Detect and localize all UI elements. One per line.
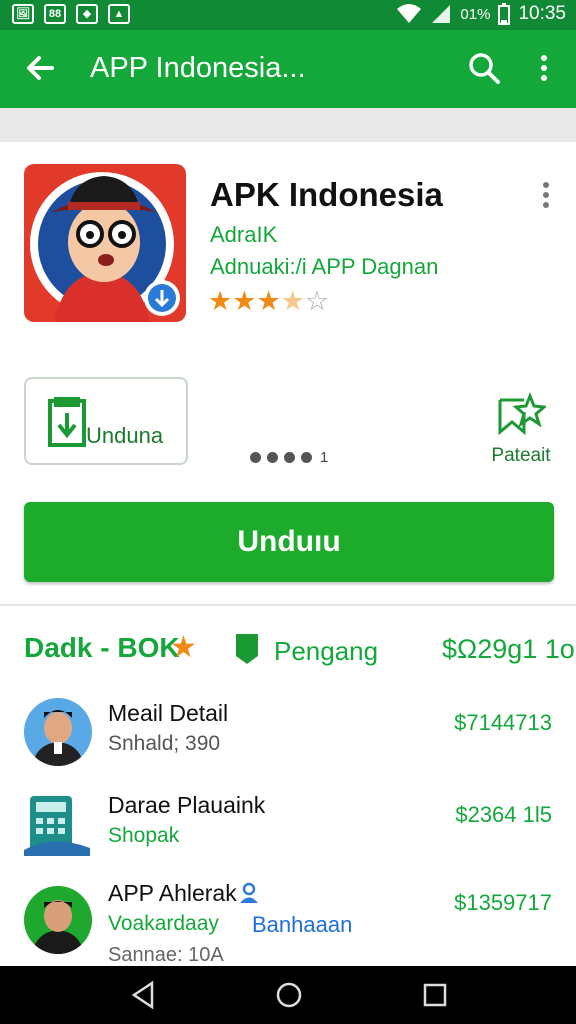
wishlist-button[interactable]: Pateait xyxy=(488,391,554,472)
list-item[interactable]: Darae Plauaink Shopak $2364 1l5 xyxy=(0,790,576,880)
download-small-button[interactable]: Unduna xyxy=(24,377,188,465)
status-bar: 🖼 88 ◆ ▲ 01% 10:35 xyxy=(0,0,576,30)
list-item-tag: Banhaaan xyxy=(252,912,353,937)
install-button[interactable]: Unduıu xyxy=(24,502,554,582)
section-divider xyxy=(0,604,576,606)
list-item-title: Darae Plauaink xyxy=(108,792,266,818)
list-item[interactable]: APP Ahlerak Voakardaay Banhaaan $1359717… xyxy=(0,878,576,966)
sim-icon: 88 xyxy=(44,4,66,24)
status-right: 01% 10:35 xyxy=(396,3,566,25)
more-vert-icon[interactable] xyxy=(538,180,554,210)
star-icon: ★ xyxy=(208,286,233,316)
battery-percent: 01% xyxy=(460,5,491,23)
search-icon[interactable] xyxy=(466,50,502,86)
download-small-label: Unduna xyxy=(86,423,164,448)
list-item-subtitle: Shopak xyxy=(108,824,180,847)
list-header-title[interactable]: Dadk - BOK xyxy=(24,632,180,664)
list-header-mid[interactable]: Pengang xyxy=(274,636,378,667)
shield-icon: ◆ xyxy=(76,4,98,24)
app-name: APK Indonesia xyxy=(210,176,443,213)
person-icon xyxy=(240,882,258,903)
wifi-icon xyxy=(397,4,422,23)
pager-count: 1 xyxy=(320,449,329,466)
list-item-subtitle: Voakardaay xyxy=(108,912,219,935)
bag-icon: ▲ xyxy=(108,4,130,24)
screenshot-pager[interactable]: 1 xyxy=(250,449,328,466)
app-bar-title: APP Indonesia... xyxy=(90,52,306,84)
more-vert-icon[interactable] xyxy=(530,50,558,86)
list-item-subtitle: Snhald; 390 xyxy=(108,732,221,755)
clock: 10:35 xyxy=(518,3,566,24)
notification-icons: 🖼 88 ◆ ▲ xyxy=(12,4,130,24)
bookmark-star-icon xyxy=(498,391,548,436)
avatar xyxy=(24,886,92,954)
navigation-bar xyxy=(0,966,576,1024)
list-header: Dadk - BOK ★ Pengang $Ω29ɡ1 1o xyxy=(0,626,576,676)
home-nav-icon[interactable] xyxy=(275,980,303,1010)
list-item-price: $7144713 xyxy=(454,710,552,735)
list-item[interactable]: Meail Detail Snhald; 390 $7144713 xyxy=(0,698,576,788)
app-icon xyxy=(24,164,186,322)
signal-icon xyxy=(432,5,451,23)
back-nav-icon[interactable] xyxy=(130,980,156,1010)
star-half-icon: ★ xyxy=(280,286,305,316)
list-item-price: $2364 1l5 xyxy=(455,802,552,827)
battery-icon xyxy=(498,3,511,25)
header-spacer xyxy=(0,108,576,142)
list-item-title: Meail Detail xyxy=(108,700,229,726)
list-item-extra: Sannae: 10A xyxy=(108,944,224,966)
star-empty-icon: ☆ xyxy=(304,286,330,316)
pager-dot xyxy=(301,452,312,463)
avatar xyxy=(24,698,92,766)
star-icon: ★ xyxy=(232,286,257,316)
app-bar: APP Indonesia... xyxy=(0,30,576,108)
pager-dot xyxy=(267,452,278,463)
bookmark-icon xyxy=(236,634,258,664)
download-icon xyxy=(48,397,86,447)
star-icon: ★ xyxy=(170,631,197,664)
recents-nav-icon[interactable] xyxy=(422,980,448,1010)
list-item-price: $1359717 xyxy=(454,890,552,915)
wishlist-label: Pateait xyxy=(491,445,551,466)
pager-dot xyxy=(284,452,295,463)
developer-name[interactable]: AdraIK xyxy=(210,222,277,248)
star-icon: ★ xyxy=(256,286,281,316)
back-arrow-icon[interactable] xyxy=(22,50,58,86)
image-icon: 🖼 xyxy=(12,4,34,24)
pager-dot xyxy=(250,452,261,463)
calculator-icon xyxy=(24,790,92,858)
list-header-price: $Ω29ɡ1 1o xyxy=(442,634,575,664)
app-category[interactable]: Adnuaki:/i APP Dagnan xyxy=(210,254,438,280)
list-item-title: APP Ahlerak xyxy=(108,880,237,906)
rating-stars: ★★★★☆ xyxy=(208,286,329,317)
